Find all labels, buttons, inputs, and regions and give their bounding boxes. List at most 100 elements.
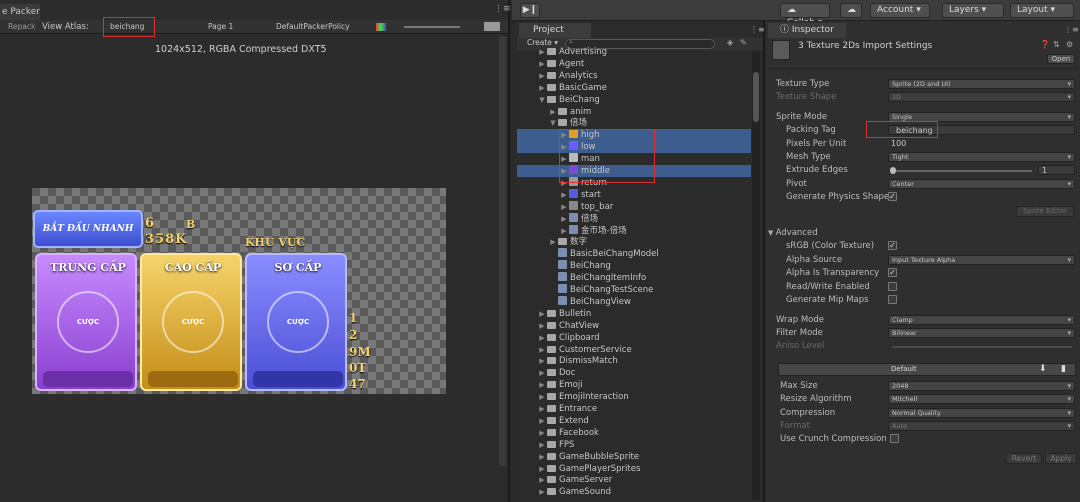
- tree-folder[interactable]: ▶ Agent: [517, 58, 751, 70]
- tree-asset[interactable]: ▶ 倍场: [517, 212, 751, 225]
- tree-asset[interactable]: BeiChang: [517, 260, 751, 272]
- expand-arrow-icon[interactable]: ▶: [537, 463, 547, 475]
- tree-folder[interactable]: ▶ Extend: [517, 415, 751, 427]
- panel-menu-icon[interactable]: ⋮≡: [750, 25, 765, 34]
- expand-arrow-icon[interactable]: ▶: [537, 403, 547, 415]
- texture-type-dropdown[interactable]: Sprite (2D and UI): [888, 79, 1075, 89]
- tree-folder[interactable]: ▶ Analytics: [517, 70, 751, 82]
- resize-algorithm-dropdown[interactable]: Mitchell: [888, 394, 1075, 404]
- open-button[interactable]: Open: [1047, 54, 1075, 64]
- expand-arrow-icon[interactable]: ▶: [537, 451, 547, 463]
- tree-folder[interactable]: ▶ Advertising: [517, 46, 751, 58]
- expand-arrow-icon[interactable]: ▶: [537, 391, 547, 403]
- expand-arrow-icon[interactable]: ▶: [537, 58, 547, 70]
- expand-arrow-icon[interactable]: ▼: [548, 117, 558, 129]
- tree-asset[interactable]: BeiChangView: [517, 295, 751, 308]
- tab-sprite-packer[interactable]: e Packer: [0, 4, 40, 20]
- tree-folder[interactable]: ▼ 倍场: [517, 117, 751, 129]
- android-icon[interactable]: ▮: [1061, 364, 1066, 374]
- expand-arrow-icon[interactable]: ▶: [537, 46, 547, 58]
- sprite-editor-button[interactable]: Sprite Editor: [1016, 206, 1074, 217]
- pivot-dropdown[interactable]: Center: [888, 179, 1075, 189]
- tree-folder[interactable]: ▶ Bulletin: [517, 308, 751, 320]
- extrude-input[interactable]: 1: [1038, 165, 1075, 175]
- tree-asset[interactable]: BeiChangTestScene: [517, 284, 751, 296]
- zoom-slider[interactable]: [404, 26, 460, 28]
- tree-asset[interactable]: ▶ start: [517, 188, 751, 201]
- expand-arrow-icon[interactable]: ▶: [537, 367, 547, 379]
- panel-menu-icon[interactable]: ⋮≡: [1064, 25, 1079, 34]
- max-size-dropdown[interactable]: 2048: [888, 381, 1075, 391]
- tree-folder[interactable]: ▶ BasicGame: [517, 82, 751, 94]
- expand-arrow-icon[interactable]: ▶: [537, 427, 547, 439]
- step-button[interactable]: ▶❙: [520, 3, 540, 18]
- expand-arrow-icon[interactable]: ▶: [537, 415, 547, 427]
- tree-folder[interactable]: ▶ GameSound: [517, 486, 751, 498]
- physics-shape-checkbox[interactable]: ✓: [888, 192, 897, 201]
- expand-arrow-icon[interactable]: ▼: [537, 94, 547, 106]
- tree-asset[interactable]: ▶ 金币场-倍场: [517, 224, 751, 237]
- project-scrollbar-thumb[interactable]: [753, 72, 759, 122]
- mesh-type-dropdown[interactable]: Tight: [888, 152, 1075, 162]
- help-icon[interactable]: ❓: [1040, 40, 1050, 49]
- tree-folder[interactable]: ▶ ChatView: [517, 320, 751, 332]
- color-channel-icon[interactable]: [376, 23, 386, 31]
- tree-folder[interactable]: ▶ anim: [517, 106, 751, 118]
- wrap-mode-dropdown[interactable]: Clamp: [888, 315, 1075, 325]
- tree-asset[interactable]: BeiChangItemInfo: [517, 272, 751, 284]
- expand-arrow-icon[interactable]: ▶: [537, 320, 547, 332]
- expand-arrow-icon[interactable]: ▶: [537, 308, 547, 320]
- expand-arrow-icon[interactable]: ▶: [537, 474, 547, 486]
- tree-folder[interactable]: ▶ GamePlayerSprites: [517, 463, 751, 475]
- texture-shape-dropdown[interactable]: 2D: [888, 92, 1075, 102]
- alpha-source-dropdown[interactable]: Input Texture Alpha: [888, 255, 1075, 265]
- panel-menu-icon[interactable]: ⋮≡: [494, 4, 511, 14]
- tree-folder[interactable]: ▶ DismissMatch: [517, 355, 751, 367]
- download-icon[interactable]: ⬇: [1039, 364, 1047, 374]
- page-dropdown[interactable]: Page 1: [208, 21, 233, 33]
- policy-dropdown[interactable]: DefaultPackerPolicy: [276, 21, 350, 33]
- expand-arrow-icon[interactable]: ▶: [548, 106, 558, 118]
- expand-arrow-icon[interactable]: ▶: [537, 355, 547, 367]
- tree-folder[interactable]: ▶ Facebook: [517, 427, 751, 439]
- collab-button[interactable]: ☁ Collab ▾: [780, 3, 830, 28]
- repack-button[interactable]: Repack: [8, 21, 35, 33]
- tree-folder[interactable]: ▶ GameBubbleSprite: [517, 451, 751, 463]
- expand-arrow-icon[interactable]: ▶: [537, 82, 547, 94]
- preset-icon[interactable]: ⇅: [1053, 40, 1060, 49]
- packer-scrollbar[interactable]: [499, 36, 506, 466]
- filter-mode-dropdown[interactable]: Bilinear: [888, 328, 1075, 338]
- expand-arrow-icon[interactable]: ▶: [537, 486, 547, 498]
- expand-arrow-icon[interactable]: ▶: [559, 189, 569, 201]
- expand-arrow-icon[interactable]: ▶: [537, 439, 547, 451]
- layout-dropdown[interactable]: Layout ▾: [1010, 3, 1074, 18]
- tree-folder[interactable]: ▶ CustomerService: [517, 344, 751, 356]
- tree-folder[interactable]: ▶ 数字: [517, 236, 751, 248]
- expand-arrow-icon[interactable]: ▶: [559, 213, 569, 225]
- tree-folder[interactable]: ▶ FPS: [517, 439, 751, 451]
- expand-arrow-icon[interactable]: ▶: [537, 332, 547, 344]
- tree-folder[interactable]: ▶ Entrance: [517, 403, 751, 415]
- tree-folder[interactable]: ▶ Doc: [517, 367, 751, 379]
- format-dropdown[interactable]: Auto: [888, 421, 1075, 431]
- tab-inspector[interactable]: ⓘ Inspector: [768, 23, 846, 38]
- account-dropdown[interactable]: Account ▾: [870, 3, 930, 18]
- tree-folder[interactable]: ▶ Clipboard: [517, 332, 751, 344]
- tree-asset[interactable]: ▶ top_bar: [517, 200, 751, 213]
- compression-dropdown[interactable]: Normal Quality: [888, 408, 1075, 418]
- mipmaps-checkbox[interactable]: [888, 295, 897, 304]
- revert-button[interactable]: Revert: [1006, 453, 1042, 464]
- alpha-transparency-checkbox[interactable]: ✓: [888, 268, 897, 277]
- expand-arrow-icon[interactable]: ▶: [559, 201, 569, 213]
- expand-arrow-icon[interactable]: ▶: [548, 236, 558, 248]
- tab-default-platform[interactable]: Default: [891, 365, 917, 373]
- tree-folder[interactable]: ▶ EmojiInteraction: [517, 391, 751, 403]
- tab-project[interactable]: Project: [519, 23, 591, 38]
- tree-folder[interactable]: ▼ BeiChang: [517, 94, 751, 106]
- gear-icon[interactable]: ⚙: [1066, 40, 1073, 49]
- alpha-toggle[interactable]: [484, 22, 500, 31]
- expand-arrow-icon[interactable]: ▶: [559, 225, 569, 237]
- aniso-slider[interactable]: [892, 346, 1072, 348]
- cloud-services-button[interactable]: ☁: [840, 3, 862, 18]
- expand-arrow-icon[interactable]: ▶: [537, 70, 547, 82]
